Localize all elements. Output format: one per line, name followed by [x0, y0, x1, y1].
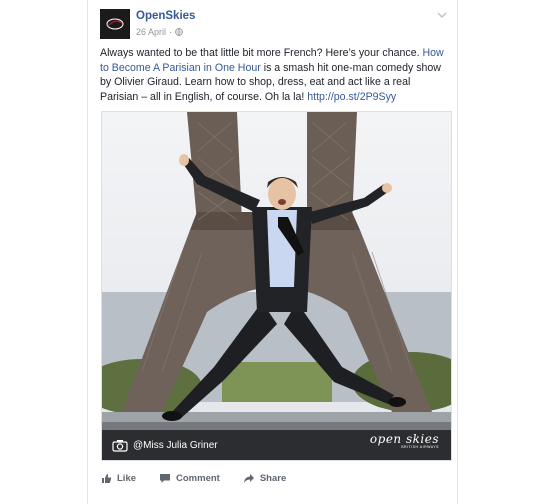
post-date[interactable]: 26 April: [136, 27, 166, 37]
like-button[interactable]: Like: [101, 473, 136, 484]
thumbs-up-icon: [102, 473, 112, 483]
brand-wordmark: open skies: [369, 432, 439, 446]
camera-icon: [112, 440, 128, 452]
page-avatar[interactable]: [100, 9, 130, 39]
share-button[interactable]: Share: [243, 473, 286, 484]
globe-icon: [175, 28, 183, 36]
comment-button[interactable]: Comment: [159, 473, 220, 484]
post-action-bar: Like Comment Share: [101, 466, 446, 490]
openskies-logo-icon: [106, 18, 124, 30]
like-label: Like: [117, 472, 137, 484]
share-arrow-icon: [243, 473, 254, 483]
page-name-link[interactable]: OpenSkies: [136, 10, 195, 22]
post-meta: 26 April ·: [136, 27, 183, 37]
facebook-post: OpenSkies 26 April · Always wanted to be…: [87, 0, 458, 504]
caption-text-1: Always wanted to be that little bit more…: [100, 47, 423, 59]
share-label: Share: [259, 472, 287, 484]
eiffel-tower-jump-photo: [102, 112, 451, 460]
meta-separator: ·: [169, 27, 173, 37]
comment-icon: [160, 473, 171, 483]
openskies-watermark: open skies BRITISH AIRWAYS: [370, 432, 439, 449]
comment-label: Comment: [176, 472, 220, 484]
post-caption: Always wanted to be that little bit more…: [100, 46, 448, 104]
photo-credit: @Miss Julia Griner: [112, 439, 218, 452]
post-photo[interactable]: @Miss Julia Griner open skies BRITISH AI…: [101, 111, 452, 461]
post-url-link[interactable]: http://po.st/2P9Syy: [307, 91, 396, 103]
chevron-down-icon[interactable]: [436, 10, 448, 20]
photo-credit-text: @Miss Julia Griner: [133, 440, 218, 451]
